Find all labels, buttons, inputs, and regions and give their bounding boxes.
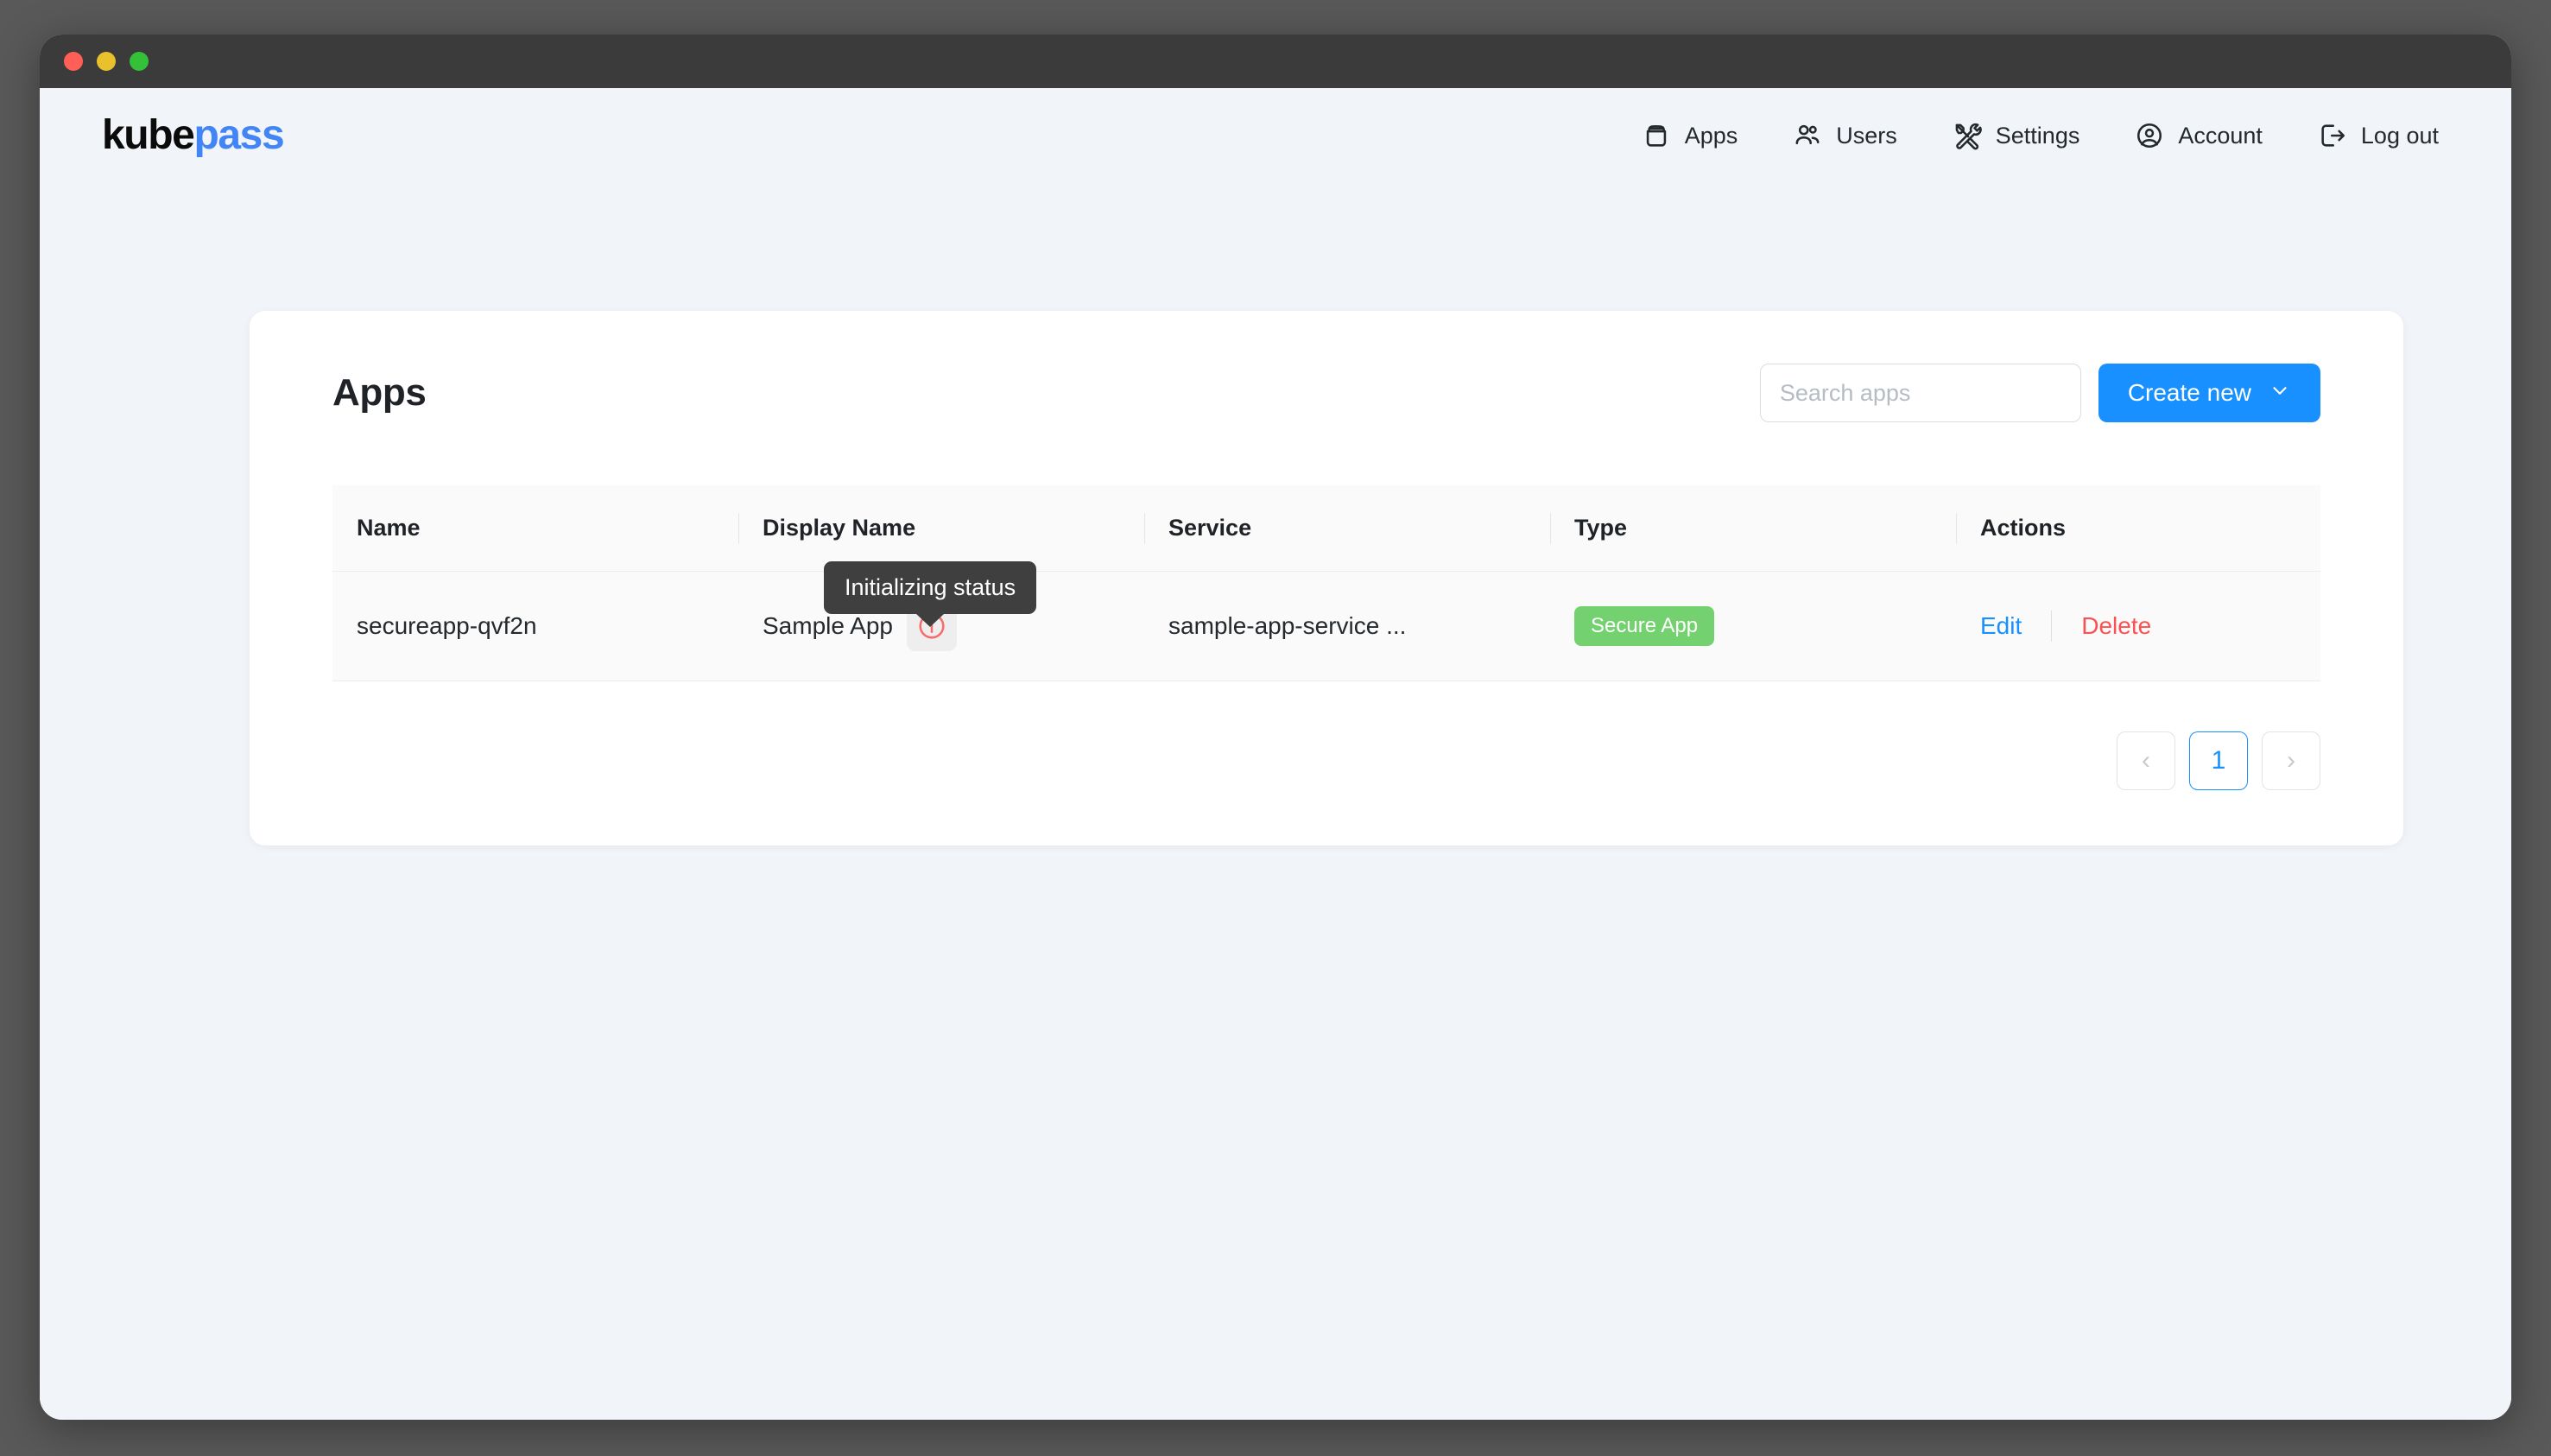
pagination: ‹ 1 › <box>332 731 2320 790</box>
apps-table-body: secureapp-qvf2n Sample App <box>332 572 2320 681</box>
box-icon <box>1642 121 1671 150</box>
nav-item-apps[interactable]: Apps <box>1614 112 1766 159</box>
apps-table: Name Display Name Service Type Actions s… <box>332 485 2320 681</box>
apps-card: Apps Create new <box>250 311 2403 845</box>
nav-item-settings[interactable]: Settings <box>1925 112 2108 159</box>
edit-link[interactable]: Edit <box>1980 612 2051 640</box>
status-badge: Secure App <box>1574 606 1714 646</box>
display-name-text: Sample App <box>763 612 893 640</box>
maximize-window-button[interactable] <box>130 52 149 71</box>
tools-icon <box>1953 121 1982 150</box>
brand-logo-second: pass <box>193 112 283 158</box>
column-header-display-name[interactable]: Display Name <box>738 485 1144 572</box>
column-header-name[interactable]: Name <box>332 485 738 572</box>
top-navigation-bar: kubepass Apps <box>40 88 2511 183</box>
nav-item-label: Settings <box>1996 124 2080 148</box>
tooltip: Initializing status <box>824 561 1036 614</box>
logout-icon <box>2318 121 2347 150</box>
column-header-type[interactable]: Type <box>1550 485 1956 572</box>
cell-service: sample-app-service ... <box>1144 572 1550 681</box>
nav-item-label: Log out <box>2361 124 2439 148</box>
cell-type: Secure App <box>1550 572 1956 681</box>
search-input[interactable] <box>1760 364 2081 422</box>
nav-item-label: Users <box>1836 124 1897 148</box>
create-new-button[interactable]: Create new <box>2098 364 2320 422</box>
window-titlebar <box>40 35 2511 88</box>
card-header: Apps Create new <box>332 361 2320 425</box>
chevron-down-icon <box>2269 379 2291 408</box>
minimize-window-button[interactable] <box>97 52 116 71</box>
cell-actions: Edit Delete <box>1956 572 2320 681</box>
table-header-row: Name Display Name Service Type Actions <box>332 485 2320 572</box>
close-window-button[interactable] <box>64 52 83 71</box>
column-header-service[interactable]: Service <box>1144 485 1550 572</box>
pagination-page-1[interactable]: 1 <box>2189 731 2248 790</box>
cell-name: secureapp-qvf2n <box>332 572 738 681</box>
users-icon <box>1793 121 1822 150</box>
page-title: Apps <box>332 371 426 415</box>
pagination-prev-button[interactable]: ‹ <box>2117 731 2175 790</box>
pagination-next-button[interactable]: › <box>2262 731 2320 790</box>
delete-link[interactable]: Delete <box>2052 612 2181 640</box>
brand-logo-first: kube <box>102 112 193 158</box>
nav-item-log-out[interactable]: Log out <box>2290 112 2466 159</box>
column-header-actions[interactable]: Actions <box>1956 485 2320 572</box>
nav-item-label: Account <box>2178 124 2263 148</box>
nav-item-users[interactable]: Users <box>1765 112 1925 159</box>
card-header-actions: Create new <box>1760 364 2320 422</box>
brand-logo[interactable]: kubepass <box>102 115 283 156</box>
nav-items: Apps Users <box>1614 112 2466 159</box>
apps-table-head: Name Display Name Service Type Actions <box>332 485 2320 572</box>
nav-item-account[interactable]: Account <box>2107 112 2290 159</box>
row-actions: Edit Delete <box>1980 611 2320 642</box>
nav-item-label: Apps <box>1685 124 1738 148</box>
os-window: kubepass Apps <box>40 35 2511 1420</box>
table-row: secureapp-qvf2n Sample App <box>332 572 2320 681</box>
create-new-label: Create new <box>2128 379 2251 407</box>
user-circle-icon <box>2135 121 2164 150</box>
app-viewport: kubepass Apps <box>40 88 2511 1420</box>
